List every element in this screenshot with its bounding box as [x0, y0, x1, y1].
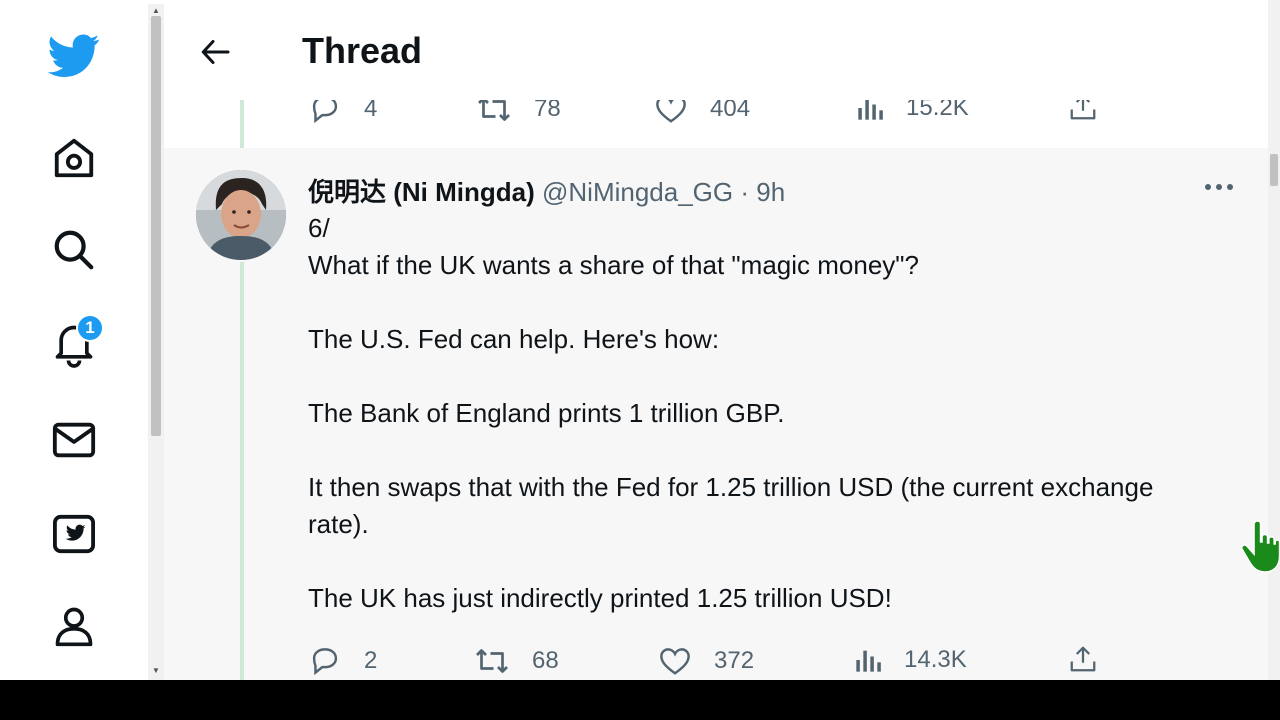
views-icon [856, 650, 881, 672]
home-icon[interactable] [44, 128, 104, 188]
views-count: 14.3K [904, 646, 967, 673]
reply-count: 2 [364, 647, 378, 674]
retweet-count: 68 [532, 647, 559, 674]
sidebar-scrollbar[interactable]: ▲ ▼ [148, 4, 164, 680]
author-handle-time[interactable]: @NiMingda_GG · 9h [542, 177, 785, 207]
main-column: 4 78 404 15.2K Thread 倪明达 (Ni Mingda) @N… [164, 0, 1268, 680]
twitter-blue-icon[interactable] [44, 504, 104, 564]
share-icon [1070, 646, 1096, 672]
more-options-button[interactable] [1204, 180, 1234, 198]
thread-header: Thread [164, 0, 1268, 100]
tweet-meta: 倪明达 (Ni Mingda) @NiMingda_GG · 9h [308, 172, 785, 209]
avatar[interactable] [196, 170, 286, 260]
scroll-down-arrow-icon[interactable]: ▼ [152, 666, 160, 675]
profile-icon[interactable] [44, 596, 104, 656]
thread-line [240, 100, 244, 148]
author-name[interactable]: 倪明达 (Ni Mingda) [308, 177, 535, 207]
notification-badge: 1 [76, 314, 104, 342]
like-count: 372 [714, 647, 755, 674]
reply-button[interactable]: 2 [308, 646, 377, 676]
tweet[interactable]: 倪明达 (Ni Mingda) @NiMingda_GG · 9h 6/ Wha… [164, 148, 1268, 680]
search-icon[interactable] [44, 220, 104, 280]
scroll-up-arrow-icon[interactable]: ▲ [152, 6, 160, 15]
hand-cursor-icon [1240, 520, 1280, 579]
scrollbar-thumb[interactable] [1270, 154, 1278, 186]
twitter-logo-icon[interactable] [44, 26, 104, 86]
retweet-button[interactable]: 68 [474, 646, 559, 676]
views-button[interactable]: 14.3K [854, 646, 967, 674]
page-title: Thread [302, 30, 423, 71]
messages-icon[interactable] [44, 410, 104, 470]
back-button[interactable] [198, 34, 234, 70]
heart-icon [660, 648, 690, 675]
like-button[interactable]: 372 [658, 646, 754, 676]
arrow-left-icon [201, 40, 230, 64]
sidebar-nav: 1 [0, 0, 148, 680]
scrollbar-thumb[interactable] [151, 16, 161, 436]
screen: 1 ▲ ▼ 4 78 404 15.2K Thread 倪明达 (Ni Ming… [0, 0, 1280, 680]
reply-icon [312, 648, 338, 676]
letterbox-bar [0, 680, 1280, 720]
share-button[interactable] [1068, 644, 1098, 674]
thread-line [240, 262, 244, 680]
tweet-text: 6/ What if the UK wants a share of that … [308, 213, 1154, 613]
retweet-icon [476, 649, 508, 673]
more-icon [1205, 184, 1233, 190]
